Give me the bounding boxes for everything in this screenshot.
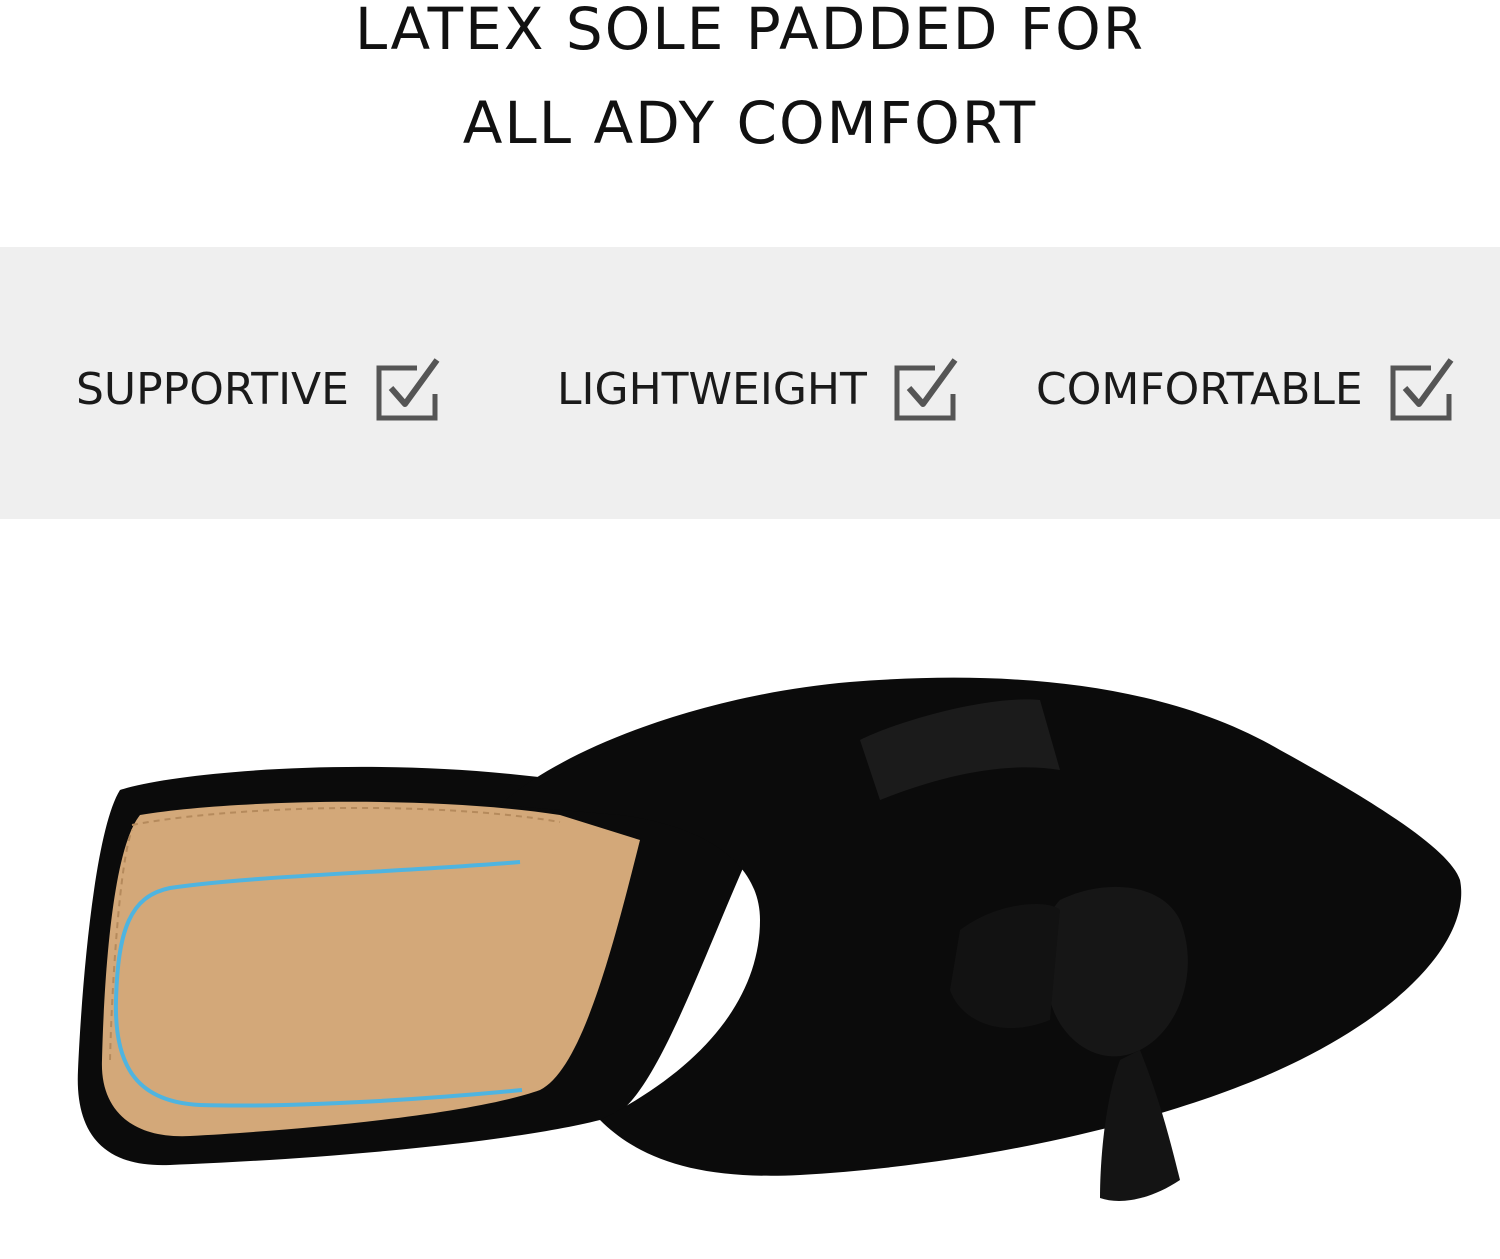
- feature-label-supportive: SUPPORTIVE: [76, 363, 349, 415]
- headline-line-2: ALL ADY COMFORT: [462, 89, 1038, 157]
- feature-supportive: SUPPORTIVE: [76, 354, 441, 424]
- headline: LATEX SOLE PADDED FOR ALL ADY COMFORT: [0, 0, 1500, 170]
- feature-label-comfortable: COMFORTABLE: [1036, 363, 1363, 415]
- checkbox-checked-icon: [894, 358, 958, 421]
- headline-line-1: LATEX SOLE PADDED FOR: [354, 0, 1146, 63]
- feature-label-lightweight: LIGHTWEIGHT: [557, 363, 867, 415]
- black-suede-bow-mule-icon: [77, 677, 1462, 1201]
- feature-comfortable: COMFORTABLE: [1036, 354, 1455, 424]
- feature-lightweight: LIGHTWEIGHT: [557, 354, 959, 424]
- checkbox-checked-icon: [376, 358, 440, 421]
- checkbox-checked-icon: [1390, 358, 1454, 421]
